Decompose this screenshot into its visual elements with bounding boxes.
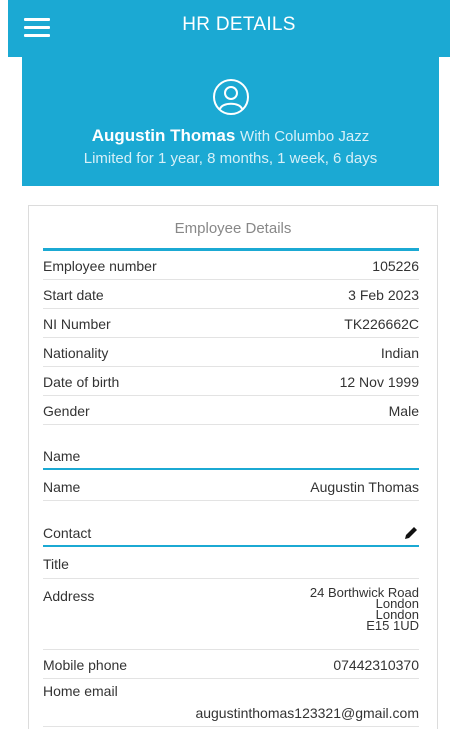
- detail-row-gender: Gender Male: [43, 397, 419, 425]
- detail-row-date-of-birth: Date of birth 12 Nov 1999: [43, 368, 419, 396]
- detail-row-nationality: Nationality Indian: [43, 339, 419, 367]
- detail-row-mobile-phone: Mobile phone 07442310370: [43, 651, 419, 679]
- profile-banner: Augustin Thomas With Columbo Jazz Limite…: [22, 57, 439, 186]
- section-title: Contact: [43, 525, 92, 541]
- detail-label: Start date: [43, 286, 104, 303]
- detail-row-ni-number: NI Number TK226662C: [43, 310, 419, 338]
- detail-value: 12 Nov 1999: [339, 373, 419, 390]
- detail-value: 3 Feb 2023: [348, 286, 419, 303]
- address-value: 24 Borthwick Road London London E15 1UD: [310, 586, 419, 633]
- section-title: Name: [43, 448, 81, 464]
- detail-value: TK226662C: [344, 315, 419, 332]
- card-title: Employee Details: [174, 220, 292, 237]
- employee-details-card: Employee Details Employee number 105226 …: [28, 205, 438, 729]
- profile-name-line: Augustin Thomas With Columbo Jazz: [22, 126, 439, 146]
- detail-row-address: Address 24 Borthwick Road London London …: [43, 584, 419, 650]
- detail-value: augustinthomas123321@gmail.com: [195, 705, 419, 721]
- detail-value: Augustin Thomas: [310, 478, 419, 495]
- detail-value: 07442310370: [333, 656, 419, 673]
- user-circle-icon: [212, 79, 249, 115]
- detail-label: Address: [43, 588, 95, 604]
- detail-label: Mobile phone: [43, 656, 128, 673]
- app-bar: HR DETAILS: [8, 0, 450, 57]
- section-header-contact: Contact: [43, 521, 419, 547]
- detail-label: NI Number: [43, 315, 111, 332]
- employer-name: With Columbo Jazz: [240, 128, 370, 145]
- section-header-name: Name: [43, 444, 419, 470]
- detail-label: Employee number: [43, 257, 157, 274]
- detail-label: Nationality: [43, 344, 109, 361]
- detail-row-home-email: Home email augustinthomas123321@gmail.co…: [43, 679, 419, 727]
- detail-value: Indian: [380, 344, 419, 361]
- detail-label: Home email: [43, 683, 118, 699]
- detail-value: Male: [388, 402, 419, 419]
- detail-label: Title: [43, 555, 69, 572]
- detail-row-employee-number: Employee number 105226: [43, 252, 419, 280]
- title-divider: [43, 248, 419, 251]
- detail-label: Date of birth: [43, 373, 120, 390]
- detail-row-start-date: Start date 3 Feb 2023: [43, 281, 419, 309]
- detail-row-name: Name Augustin Thomas: [43, 473, 419, 501]
- detail-label: Gender: [43, 402, 90, 419]
- detail-row-title: Title: [43, 549, 419, 579]
- page-title: HR DETAILS: [182, 14, 296, 35]
- detail-label: Name: [43, 478, 81, 495]
- tenure-text: Limited for 1 year, 8 months, 1 week, 6 …: [83, 150, 378, 167]
- detail-value: 105226: [372, 257, 419, 274]
- employee-name: Augustin Thomas: [91, 126, 236, 145]
- address-line: E15 1UD: [366, 618, 419, 633]
- pencil-icon[interactable]: [403, 525, 419, 541]
